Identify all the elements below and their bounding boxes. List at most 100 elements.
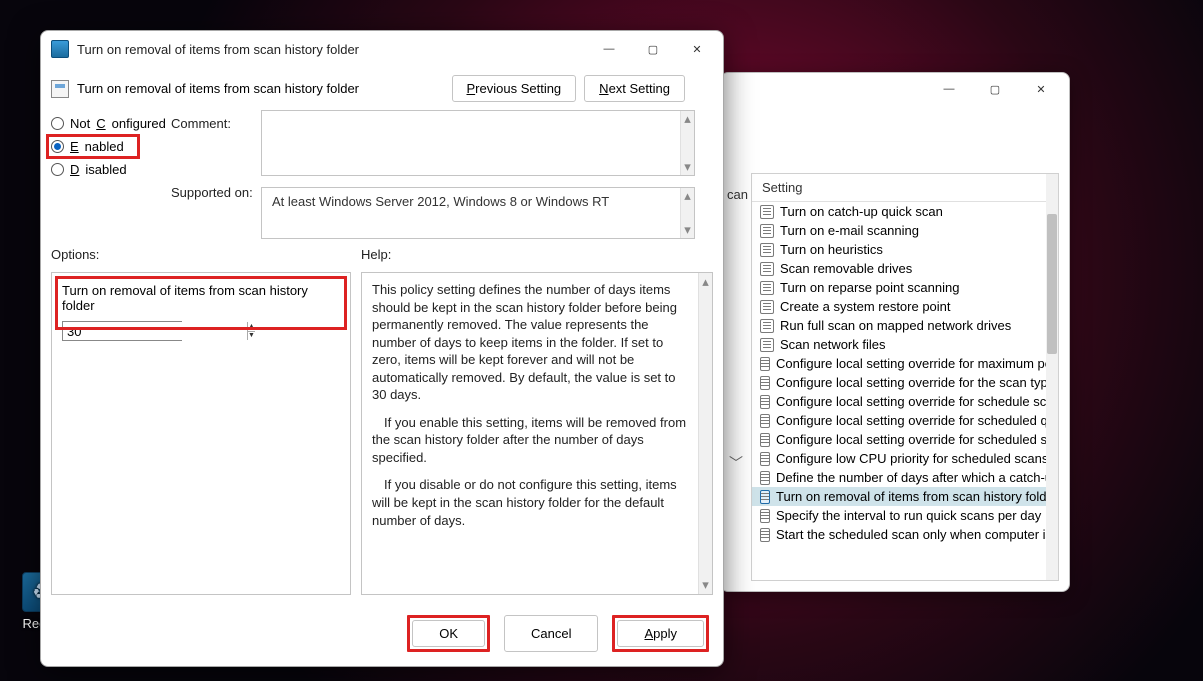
policy-item-icon: [760, 490, 770, 504]
column-header-setting[interactable]: Setting: [752, 174, 1058, 202]
list-item-label: Turn on catch-up quick scan: [780, 204, 943, 219]
list-item-label: Turn on heuristics: [780, 242, 883, 257]
vertical-scrollbar[interactable]: [1046, 174, 1058, 580]
list-item[interactable]: Define the number of days after which a …: [752, 468, 1046, 487]
policy-dialog: Turn on removal of items from scan histo…: [40, 30, 724, 667]
settings-list: Turn on catch-up quick scan Turn on e-mai…: [752, 202, 1046, 580]
policy-item-icon: [760, 376, 770, 390]
policy-icon: [51, 80, 69, 98]
list-item[interactable]: Scan network files: [752, 335, 1046, 354]
list-item-label: Configure local setting override for the…: [776, 375, 1046, 390]
policy-item-icon: [760, 357, 770, 371]
highlight-marker: Apply: [612, 615, 709, 652]
list-item[interactable]: Specify the interval to run quick scans …: [752, 506, 1046, 525]
list-item[interactable]: Create a system restore point: [752, 297, 1046, 316]
list-item[interactable]: Turn on reparse point scanning: [752, 278, 1046, 297]
list-item[interactable]: Turn on heuristics: [752, 240, 1046, 259]
help-scrollbar[interactable]: ▴▾: [698, 273, 712, 594]
help-paragraph: If you enable this setting, items will b…: [372, 414, 692, 467]
ok-button[interactable]: OK: [412, 620, 485, 647]
chevron-down-icon[interactable]: ﹀: [729, 453, 743, 473]
spinner[interactable]: ▲ ▼: [247, 322, 255, 340]
policy-item-icon: [760, 471, 770, 485]
list-item-label: Scan removable drives: [780, 261, 912, 276]
days-number-input[interactable]: ▲ ▼: [62, 321, 182, 341]
policy-item-icon: [760, 452, 770, 466]
radio-enabled[interactable]: Enabled: [51, 139, 135, 154]
dialog-titlebar: Turn on removal of items from scan histo…: [41, 31, 723, 67]
radio-not-configured[interactable]: Not Configured: [51, 116, 171, 131]
list-item[interactable]: Configure local setting override for max…: [752, 354, 1046, 373]
comment-textarea[interactable]: ▴▾: [261, 110, 695, 176]
list-item-label: Turn on reparse point scanning: [780, 280, 959, 295]
list-item[interactable]: Turn on catch-up quick scan: [752, 202, 1046, 221]
policy-item-icon: [760, 224, 774, 238]
settings-list-panel: Setting Turn on catch-up quick scanTurn …: [751, 173, 1059, 581]
list-item-label: Configure local setting override for sch…: [776, 432, 1046, 447]
list-item[interactable]: Run full scan on mapped network drives: [752, 316, 1046, 335]
next-setting-button[interactable]: Next Setting: [584, 75, 685, 102]
list-item-label: Create a system restore point: [780, 299, 951, 314]
list-item-label: Configure local setting override for sch…: [776, 394, 1046, 409]
dlg-maximize-button[interactable]: ▢: [631, 34, 675, 64]
list-item[interactable]: Configure local setting override for the…: [752, 373, 1046, 392]
list-item-label: Configure local setting override for sch…: [776, 413, 1046, 428]
list-item[interactable]: Turn on removal of items from scan histo…: [752, 487, 1046, 506]
policy-item-icon: [760, 300, 774, 314]
scrollbar-thumb[interactable]: [1047, 214, 1057, 354]
list-item[interactable]: Configure low CPU priority for scheduled…: [752, 449, 1046, 468]
maximize-button[interactable]: ▢: [973, 75, 1017, 103]
help-heading: Help:: [361, 247, 713, 262]
policy-item-icon: [760, 205, 774, 219]
list-item-label: Define the number of days after which a …: [776, 470, 1046, 485]
options-heading: Options:: [51, 247, 351, 262]
apply-button[interactable]: Apply: [617, 620, 704, 647]
list-item[interactable]: Configure local setting override for sch…: [752, 430, 1046, 449]
policy-item-icon: [760, 528, 770, 542]
policy-item-icon: [760, 338, 774, 352]
list-item-label: Start the scheduled scan only when compu…: [776, 527, 1046, 542]
radio-icon: [51, 163, 64, 176]
list-item[interactable]: Configure local setting override for sch…: [752, 392, 1046, 411]
policy-item-icon: [760, 319, 774, 333]
policy-item-icon: [760, 243, 774, 257]
close-button[interactable]: ✕: [1019, 75, 1063, 103]
spin-up-icon[interactable]: ▲: [248, 322, 255, 332]
comment-scrollbar[interactable]: ▴▾: [680, 111, 694, 175]
list-item-label: Configure low CPU priority for scheduled…: [776, 451, 1046, 466]
dialog-subtitle: Turn on removal of items from scan histo…: [77, 81, 359, 96]
policy-item-icon: [760, 414, 770, 428]
dlg-minimize-button[interactable]: —: [587, 34, 631, 64]
list-item[interactable]: Turn on e-mail scanning: [752, 221, 1046, 240]
radio-disabled[interactable]: Disabled: [51, 162, 171, 177]
list-item[interactable]: Start the scheduled scan only when compu…: [752, 525, 1046, 544]
supported-scrollbar[interactable]: ▴▾: [680, 188, 694, 238]
help-panel: This policy setting defines the number o…: [361, 272, 713, 595]
dialog-footer: OK Cancel Apply: [41, 605, 723, 666]
list-item-label: Turn on removal of items from scan histo…: [776, 489, 1046, 504]
cancel-button[interactable]: Cancel: [504, 615, 598, 652]
policy-item-icon: [760, 395, 770, 409]
list-item-label: Scan network files: [780, 337, 886, 352]
list-item[interactable]: Scan removable drives: [752, 259, 1046, 278]
radio-icon: [51, 117, 64, 130]
help-paragraph: If you disable or do not configure this …: [372, 476, 692, 529]
dlg-close-button[interactable]: ✕: [675, 34, 719, 64]
state-radio-group: Not Configured Enabled Disabled: [51, 110, 171, 177]
dialog-title: Turn on removal of items from scan histo…: [77, 42, 587, 57]
app-icon: [51, 40, 69, 58]
help-paragraph: This policy setting defines the number o…: [372, 281, 692, 404]
policy-item-icon: [760, 281, 774, 295]
minimize-button[interactable]: —: [927, 75, 971, 103]
scan-partial-label: can: [721, 183, 754, 206]
days-input-field[interactable]: [63, 322, 247, 340]
previous-setting-button[interactable]: Previous Setting: [452, 75, 577, 102]
list-item-label: Run full scan on mapped network drives: [780, 318, 1011, 333]
policy-item-icon: [760, 433, 770, 447]
list-item[interactable]: Configure local setting override for sch…: [752, 411, 1046, 430]
supported-on-text: At least Windows Server 2012, Windows 8 …: [261, 187, 695, 239]
list-item-label: Turn on e-mail scanning: [780, 223, 919, 238]
option-field-label: Turn on removal of items from scan histo…: [62, 283, 340, 313]
list-item-label: Specify the interval to run quick scans …: [776, 508, 1041, 523]
spin-down-icon[interactable]: ▼: [248, 332, 255, 341]
